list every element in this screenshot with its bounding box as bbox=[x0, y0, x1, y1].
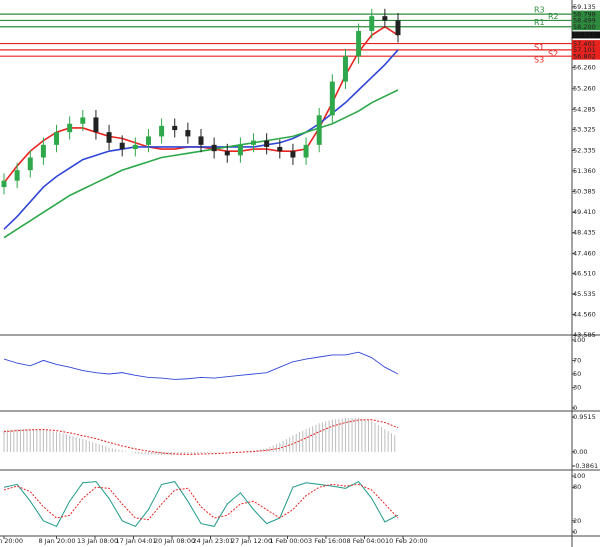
macd-tick-label: 0.9515 bbox=[573, 413, 596, 421]
candle-body bbox=[145, 136, 151, 145]
macd-tick-label: -0.3861 bbox=[573, 462, 598, 470]
candle-body bbox=[264, 140, 270, 147]
time-tick-label: 24 Jan 23:01 bbox=[193, 537, 234, 545]
price-tick-label: 48.435 bbox=[573, 229, 596, 237]
candle-body bbox=[198, 136, 204, 145]
stoch-tick-label: 100 bbox=[573, 472, 585, 480]
price-tick-label: 52.335 bbox=[573, 146, 596, 154]
candle-body bbox=[67, 123, 73, 133]
time-tick-label: 4 Jan 20:00 bbox=[0, 537, 23, 545]
candle-body bbox=[316, 115, 322, 145]
level-price-label: 56.802 bbox=[573, 53, 596, 61]
macd-tick-label: 0.00 bbox=[573, 448, 587, 456]
time-tick-label: 27 Jan 12:00 bbox=[231, 537, 272, 545]
trading-chart[interactable]: 59.13558.18057.22056.26055.26054.28553.3… bbox=[0, 0, 600, 547]
price-tick-label: 44.560 bbox=[573, 310, 596, 318]
candle-body bbox=[342, 56, 348, 82]
candle-body bbox=[106, 132, 112, 143]
rsi-tick-label: 0 bbox=[573, 404, 577, 412]
candle-body bbox=[119, 142, 125, 150]
price-tick-label: 46.510 bbox=[573, 269, 596, 277]
stoch-tick-label: 20 bbox=[573, 517, 581, 525]
candle-body bbox=[329, 81, 335, 116]
level-price-label: 58.200 bbox=[573, 23, 596, 31]
price-tick-label: 45.535 bbox=[573, 290, 596, 298]
chart-background bbox=[0, 0, 600, 547]
candle-body bbox=[54, 132, 60, 145]
time-tick-label: 8 Feb 04:00 bbox=[347, 537, 386, 545]
price-tick-label: 47.460 bbox=[573, 249, 596, 257]
price-tick-label: 55.260 bbox=[573, 85, 596, 93]
time-tick-label: 10 Feb 20:00 bbox=[385, 537, 428, 545]
candle-body bbox=[356, 30, 362, 57]
rsi-tick-label: 50 bbox=[573, 370, 581, 378]
current-price-label: 57.810 bbox=[573, 31, 596, 39]
candle-body bbox=[369, 16, 375, 31]
candle-body bbox=[395, 20, 401, 36]
candle-body bbox=[382, 16, 388, 21]
stoch-tick-label: 0 bbox=[573, 528, 577, 536]
candle-body bbox=[40, 144, 46, 158]
time-tick-label: 20 Jan 08:00 bbox=[154, 537, 195, 545]
candle-body bbox=[224, 151, 230, 156]
candle-body bbox=[211, 144, 217, 152]
candle-body bbox=[132, 144, 138, 150]
level-label-s3: S3 bbox=[534, 56, 544, 65]
stoch-tick-label: 80 bbox=[573, 483, 581, 491]
rsi-tick-label: 70 bbox=[573, 356, 581, 364]
candle-body bbox=[277, 146, 283, 152]
rsi-tick-label: 30 bbox=[573, 384, 581, 392]
candle-body bbox=[290, 151, 296, 158]
candle-body bbox=[159, 125, 165, 137]
time-tick-label: 8 Jan 20:00 bbox=[39, 537, 76, 545]
rsi-tick-label: 100 bbox=[573, 336, 585, 344]
price-tick-label: 49.410 bbox=[573, 208, 596, 216]
candle-body bbox=[80, 117, 86, 124]
time-tick-label: 3 Feb 16:00 bbox=[308, 537, 347, 545]
candle-body bbox=[93, 117, 99, 133]
price-tick-label: 54.285 bbox=[573, 105, 596, 113]
candle-body bbox=[1, 180, 7, 188]
level-label-s2: S2 bbox=[548, 49, 558, 58]
level-label-r1: R1 bbox=[534, 18, 545, 27]
price-tick-label: 51.360 bbox=[573, 167, 596, 175]
candle-body bbox=[303, 144, 309, 158]
time-tick-label: 1 Feb 00:00 bbox=[270, 537, 309, 545]
time-axis: 4 Jan 20:00 8 Jan 20:0013 Jan 08:0017 Jan… bbox=[0, 536, 428, 545]
level-label-r2: R2 bbox=[548, 12, 559, 21]
time-tick-label: 17 Jan 04:01 bbox=[116, 537, 157, 545]
candle-body bbox=[237, 144, 243, 156]
candle-body bbox=[172, 125, 178, 131]
price-tick-label: 56.260 bbox=[573, 64, 596, 72]
candle-body bbox=[27, 157, 33, 171]
candle-body bbox=[185, 130, 191, 137]
time-tick-label: 13 Jan 08:00 bbox=[77, 537, 118, 545]
price-tick-label: 53.325 bbox=[573, 126, 596, 134]
price-tick-label: 50.385 bbox=[573, 188, 596, 196]
candle-body bbox=[14, 170, 20, 181]
candle-body bbox=[251, 140, 257, 145]
level-label-r3: R3 bbox=[534, 6, 545, 15]
level-label-s1: S1 bbox=[534, 43, 544, 52]
